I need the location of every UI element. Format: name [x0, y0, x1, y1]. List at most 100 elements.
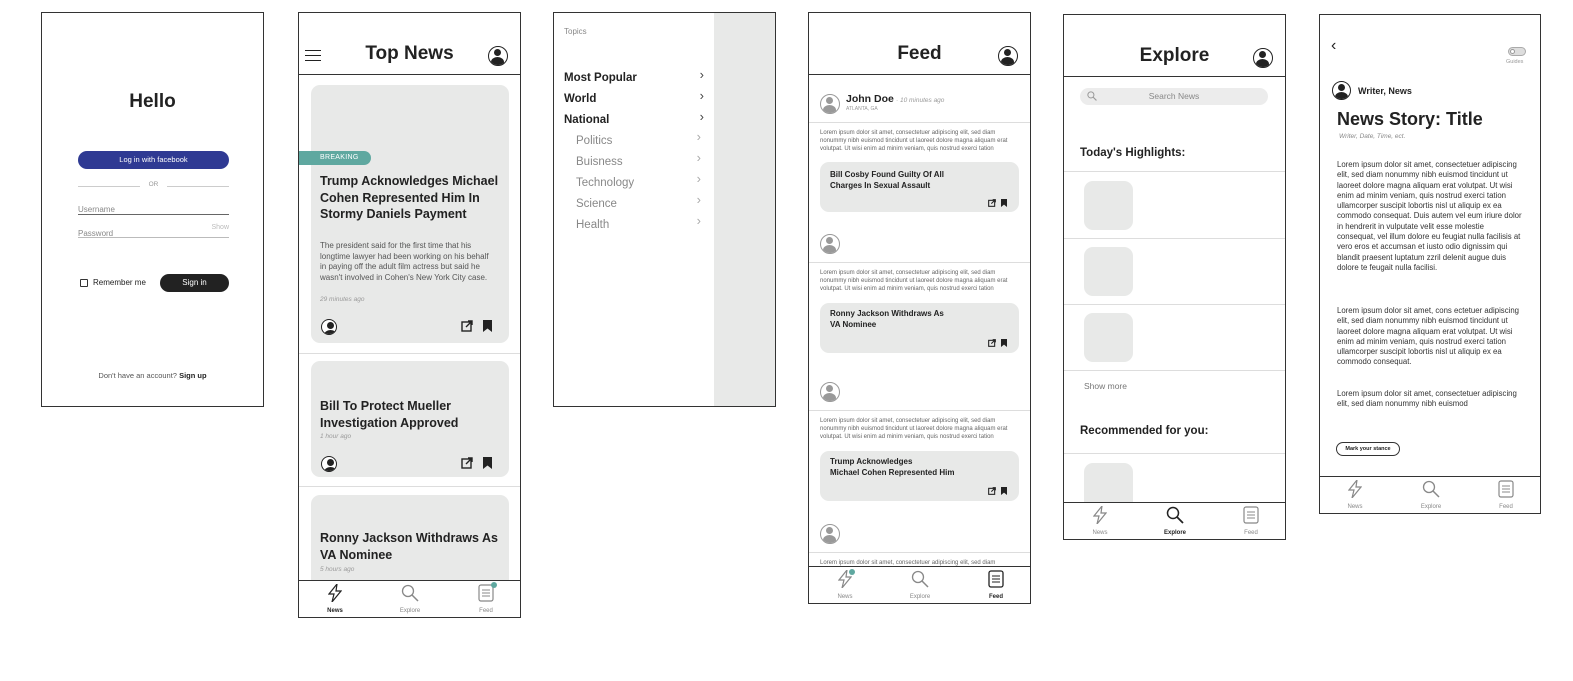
back-chevron-icon[interactable]: ‹ — [1331, 37, 1336, 55]
profile-avatar-icon[interactable] — [488, 46, 508, 66]
tab-news[interactable]: News — [815, 567, 875, 600]
password-placeholder: Password — [78, 229, 114, 238]
user-location: ATLANTA, GA — [846, 106, 878, 112]
search-icon — [401, 584, 419, 602]
bottom-tab-bar: News Explore Feed — [809, 566, 1030, 603]
profile-avatar-icon[interactable] — [1253, 48, 1273, 68]
topic-item-business[interactable]: Buisness › — [576, 150, 701, 170]
shared-headline-line2: Charges In Sexual Assault — [830, 181, 931, 190]
username-field[interactable]: Username — [78, 199, 229, 215]
profile-avatar-icon[interactable] — [998, 46, 1018, 66]
tab-news[interactable]: News — [1070, 503, 1130, 536]
section-divider — [1064, 304, 1285, 305]
highlight-thumbnail[interactable] — [1084, 313, 1133, 362]
breaking-badge: BREAKING — [299, 151, 371, 165]
user-avatar-icon[interactable] — [820, 234, 840, 254]
bookmark-icon[interactable] — [483, 320, 492, 332]
tab-news[interactable]: News — [1325, 477, 1385, 510]
user-name[interactable]: John Doe — [846, 93, 894, 105]
share-icon[interactable] — [988, 487, 996, 495]
login-title: Hello — [129, 91, 176, 112]
shared-headline-line1: Bill Cosby Found Guilty Of All — [830, 170, 944, 179]
topic-item-health[interactable]: Health › — [576, 213, 701, 233]
chevron-right-icon: › — [696, 129, 701, 144]
tab-explore-label: Explore — [909, 594, 931, 600]
explore-screen: Explore Search News Today's Highlights: … — [1063, 14, 1286, 540]
remember-me-checkbox[interactable] — [80, 279, 88, 287]
bookmark-icon[interactable] — [1001, 199, 1007, 207]
writer-name[interactable]: Writer, News — [1358, 86, 1412, 96]
shared-headline-line1: Ronny Jackson Withdraws As — [830, 309, 944, 318]
topic-item-science[interactable]: Science › — [576, 192, 701, 212]
topic-label: Buisness — [576, 156, 623, 168]
user-avatar-icon[interactable] — [820, 382, 840, 402]
guides-label: Guides — [1506, 59, 1524, 65]
user-avatar-icon[interactable] — [820, 524, 840, 544]
user-avatar-icon[interactable] — [820, 94, 840, 114]
section-divider — [809, 262, 1030, 263]
card-divider — [299, 486, 520, 487]
author-avatar-icon[interactable] — [321, 456, 337, 472]
author-avatar-icon[interactable] — [321, 319, 337, 335]
show-more-link[interactable]: Show more — [1084, 381, 1127, 391]
section-divider — [809, 410, 1030, 411]
page-title: Feed — [897, 43, 942, 64]
bottom-tab-bar: News Explore Feed — [299, 580, 520, 617]
search-placeholder: Search News — [1148, 91, 1200, 101]
highlight-thumbnail[interactable] — [1084, 181, 1133, 230]
section-divider — [809, 552, 1030, 553]
highlight-thumbnail[interactable] — [1084, 247, 1133, 296]
share-icon[interactable] — [461, 457, 473, 469]
bookmark-icon[interactable] — [1001, 487, 1007, 495]
share-icon[interactable] — [988, 199, 996, 207]
card-divider — [299, 353, 520, 354]
tab-feed[interactable]: Feed — [1221, 506, 1281, 536]
story-title: News Story: Title — [1337, 109, 1483, 129]
mark-stance-button[interactable]: Mark your stance — [1336, 442, 1400, 456]
topic-item-technology[interactable]: Technology › — [576, 171, 701, 191]
feed-header: Feed — [809, 13, 1030, 75]
search-input[interactable]: Search News — [1080, 88, 1268, 105]
topics-overlay-panel[interactable] — [714, 13, 775, 406]
notification-dot-icon — [849, 569, 855, 575]
share-icon[interactable] — [988, 339, 996, 347]
tab-feed[interactable]: Feed — [456, 582, 516, 614]
tab-news[interactable]: News — [305, 581, 365, 614]
chevron-right-icon: › — [696, 171, 701, 186]
lightning-icon — [1347, 477, 1363, 499]
password-field[interactable]: Password Show — [78, 223, 229, 238]
chevron-right-icon: › — [699, 109, 704, 124]
topics-menu-screen: Topics Most Popular › World › National ›… — [553, 12, 776, 407]
sign-in-button[interactable]: Sign in — [160, 274, 229, 292]
writer-avatar-icon[interactable] — [1332, 81, 1351, 100]
tab-explore-label: Explore — [399, 608, 421, 614]
topic-label: Most Popular — [564, 72, 637, 84]
tab-feed[interactable]: Feed — [1476, 480, 1536, 510]
tab-explore[interactable]: Explore — [1145, 506, 1205, 536]
guides-toggle[interactable] — [1508, 47, 1526, 56]
tab-explore[interactable]: Explore — [380, 584, 440, 614]
lightning-icon — [327, 581, 343, 603]
search-icon — [1422, 480, 1440, 498]
list-icon — [988, 570, 1004, 588]
story-time: 29 minutes ago — [320, 296, 365, 303]
show-password-toggle[interactable]: Show — [211, 224, 229, 231]
login-screen: Hello Log in with facebook OR Username P… — [41, 12, 264, 407]
top-news-screen: Top News BREAKING Trump Acknowledges Mic… — [298, 12, 521, 618]
sign-up-link[interactable]: Sign up — [179, 371, 207, 380]
tab-explore[interactable]: Explore — [890, 570, 950, 600]
tab-explore[interactable]: Explore — [1401, 480, 1461, 510]
story-meta: Writer, Date, Time, ect. — [1339, 133, 1406, 140]
tab-feed[interactable]: Feed — [966, 570, 1026, 600]
share-icon[interactable] — [461, 320, 473, 332]
facebook-login-button[interactable]: Log in with facebook — [78, 151, 229, 169]
topic-item-politics[interactable]: Politics › — [576, 129, 701, 149]
bookmark-icon[interactable] — [1001, 339, 1007, 347]
topic-item-world[interactable]: World › — [564, 88, 704, 107]
recommended-heading: Recommended for you: — [1080, 425, 1209, 437]
topic-item-national[interactable]: National › — [564, 109, 704, 128]
section-divider — [1064, 171, 1285, 172]
story-paragraph: Lorem ipsum dolor sit amet, consectetuer… — [1337, 160, 1522, 272]
bookmark-icon[interactable] — [483, 457, 492, 469]
topic-item-most-popular[interactable]: Most Popular › — [564, 67, 704, 86]
